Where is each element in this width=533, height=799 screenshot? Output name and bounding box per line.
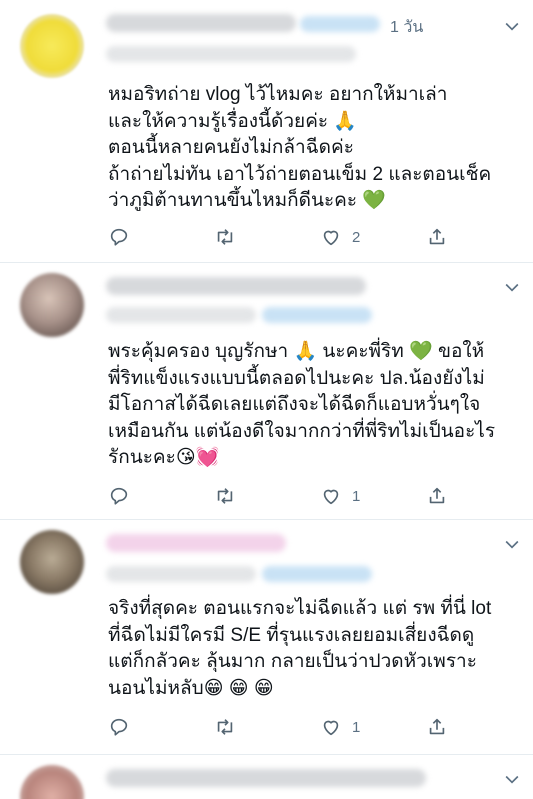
tweet-text: จริงที่สุดคะ ตอนแรกจะไม่ฉีดแล้ว แต่ รพ ท… [108, 598, 492, 699]
like-icon [323, 489, 339, 505]
share-icon [429, 228, 445, 245]
blurred-username[interactable] [106, 534, 286, 552]
blurred-username[interactable] [106, 277, 366, 295]
tweet-1[interactable]: 1 วัน หมอริทถ่าย vlog ไว้ไหมคะ อยากให้มา… [0, 0, 533, 262]
blurred-line [106, 46, 356, 62]
tweet-time[interactable]: 1 วัน [390, 15, 423, 40]
share-button[interactable] [426, 715, 448, 739]
avatar[interactable] [20, 273, 84, 337]
like-button[interactable]: 1 [320, 715, 360, 739]
reply-icon [110, 487, 128, 505]
blurred-username[interactable] [106, 14, 296, 32]
like-count: 2 [352, 228, 361, 246]
retweet-button[interactable] [214, 715, 236, 739]
chevron-down-icon[interactable] [502, 769, 522, 789]
tweet-actions: 2 [108, 225, 468, 249]
blurred-line [106, 307, 256, 323]
tweet-text: หมอริทถ่าย vlog ไว้ไหมคะ อยากให้มาเล่า แ… [108, 84, 492, 211]
blurred-handle[interactable] [262, 307, 372, 323]
tweet-4[interactable] [0, 755, 533, 799]
blurred-handle[interactable] [300, 16, 380, 32]
tweet-text: พระคุ้มครอง บุญรักษา 🙏 นะคะพี่ริท 💚 ขอให… [108, 341, 496, 468]
like-count: 1 [352, 718, 361, 736]
share-icon [429, 487, 445, 504]
avatar[interactable] [20, 765, 84, 799]
like-icon [323, 720, 339, 736]
blurred-handle[interactable] [262, 566, 372, 582]
chevron-down-icon[interactable] [502, 534, 522, 554]
blurred-line [106, 566, 256, 582]
like-count: 1 [352, 487, 361, 505]
chevron-down-icon[interactable] [502, 16, 522, 36]
like-icon [323, 230, 339, 246]
share-button[interactable] [426, 484, 448, 508]
avatar[interactable] [20, 530, 84, 594]
blurred-username[interactable] [106, 769, 426, 787]
chevron-down-icon[interactable] [502, 277, 522, 297]
reply-button[interactable] [108, 484, 130, 508]
like-button[interactable]: 2 [320, 225, 360, 249]
retweet-icon [217, 229, 233, 245]
tweet-actions: 1 [108, 484, 468, 508]
reply-icon [110, 718, 128, 736]
reply-button[interactable] [108, 715, 130, 739]
retweet-button[interactable] [214, 484, 236, 508]
reply-button[interactable] [108, 225, 130, 249]
like-button[interactable]: 1 [320, 484, 360, 508]
tweet-3[interactable]: จริงที่สุดคะ ตอนแรกจะไม่ฉีดแล้ว แต่ รพ ท… [0, 520, 533, 754]
reply-icon [110, 228, 128, 246]
share-button[interactable] [426, 225, 448, 249]
tweet-2[interactable]: พระคุ้มครอง บุญรักษา 🙏 นะคะพี่ริท 💚 ขอให… [0, 263, 533, 519]
share-icon [429, 718, 445, 735]
retweet-button[interactable] [214, 225, 236, 249]
retweet-icon [217, 488, 233, 504]
avatar[interactable] [20, 14, 84, 78]
retweet-icon [217, 719, 233, 735]
tweet-actions: 1 [108, 715, 468, 739]
